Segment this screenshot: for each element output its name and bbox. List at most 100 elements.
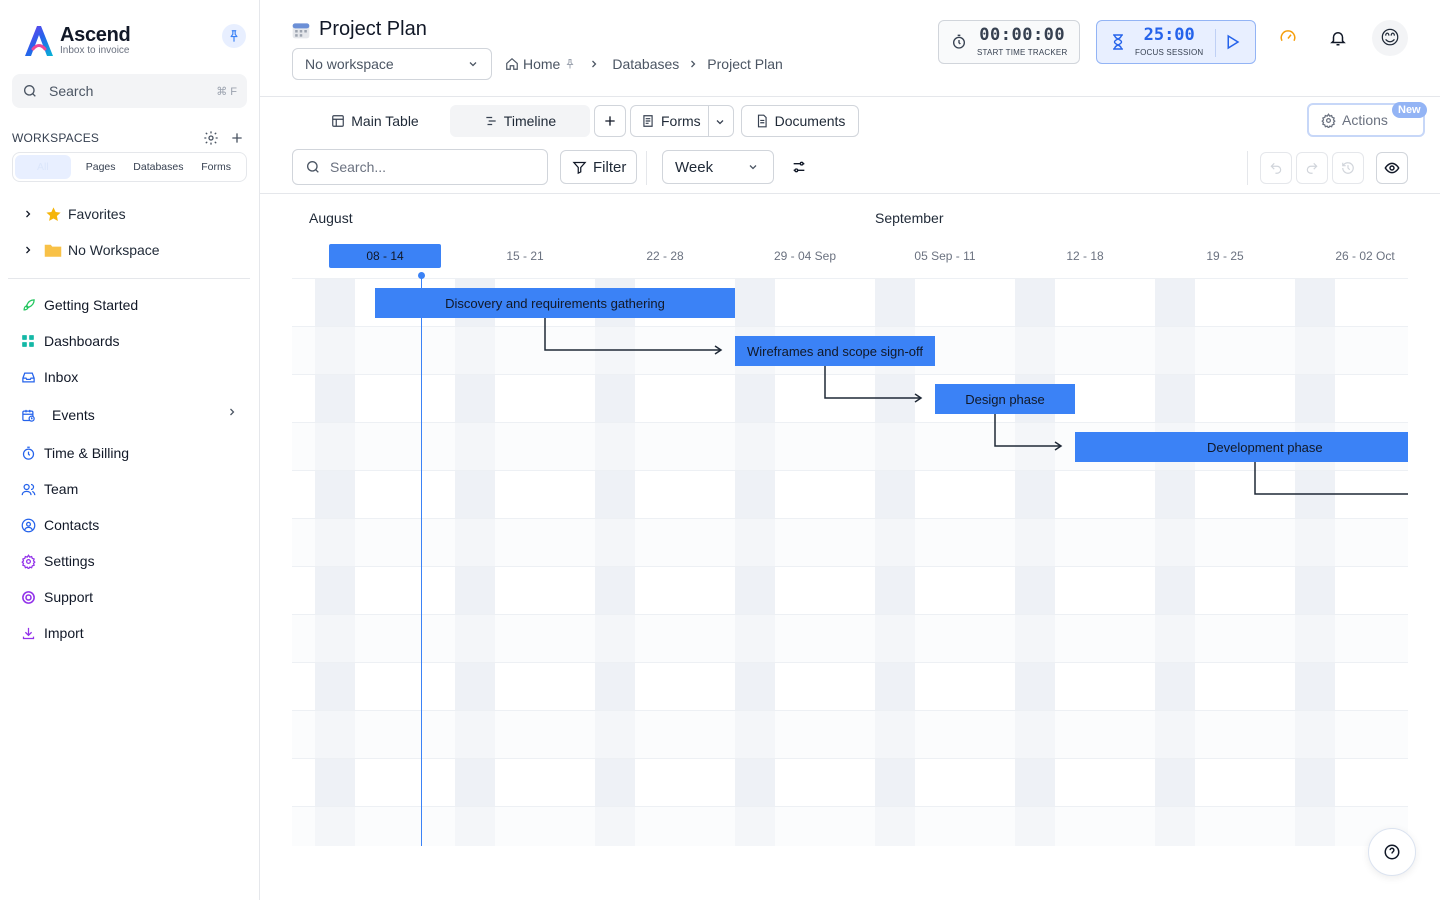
nav-contacts[interactable]: Contacts: [20, 507, 248, 543]
workspaces-title: WORKSPACES: [12, 131, 100, 145]
speedometer-icon[interactable]: [1278, 27, 1298, 47]
calendar-clock-icon: [20, 407, 36, 423]
play-button[interactable]: [1223, 33, 1241, 51]
task-bar[interactable]: Wireframes and scope sign-off: [735, 336, 935, 366]
bell-icon[interactable]: [1328, 28, 1348, 48]
task-bar[interactable]: Design phase: [935, 384, 1075, 414]
lifebuoy-icon: [20, 589, 36, 605]
chevron-down-icon: [749, 165, 757, 170]
nav-label: Support: [44, 589, 94, 605]
tab-timeline[interactable]: Timeline: [450, 105, 590, 137]
today-marker-line: [421, 274, 422, 846]
ws-filter-all[interactable]: All: [15, 155, 71, 179]
forms-label: Forms: [661, 113, 701, 129]
documents-label: Documents: [774, 113, 846, 129]
help-button[interactable]: [1368, 828, 1416, 876]
avatar[interactable]: 😊: [1372, 20, 1408, 56]
pin-sidebar-button[interactable]: [222, 24, 246, 48]
nav-import[interactable]: Import: [20, 615, 248, 651]
chevron-right-icon: [588, 58, 600, 70]
documents-button[interactable]: Documents: [741, 105, 859, 137]
nav-support[interactable]: Support: [20, 579, 248, 615]
week-label: 15 - 21: [506, 249, 544, 263]
filter-button[interactable]: Filter: [560, 150, 637, 184]
chevron-down-icon[interactable]: [714, 116, 726, 128]
undo-button[interactable]: [1260, 152, 1292, 184]
breadcrumb-databases[interactable]: Databases: [612, 56, 679, 72]
workspaces-header: WORKSPACES: [12, 128, 247, 148]
nav-label: Events: [52, 407, 95, 423]
workspace-settings-button[interactable]: [201, 128, 221, 148]
nav-events[interactable]: Events: [20, 395, 248, 435]
add-workspace-button[interactable]: [227, 128, 247, 148]
history-button[interactable]: [1332, 152, 1364, 184]
folder-icon: [44, 241, 62, 259]
time-tracker-value: 00:00:00: [979, 25, 1066, 45]
nav-team[interactable]: Team: [20, 471, 248, 507]
timeline-row: [292, 566, 1408, 614]
breadcrumb-label: Home: [523, 56, 561, 72]
focus-session-value: 25:00: [1143, 25, 1195, 45]
pin-icon: [230, 30, 238, 42]
chevron-right-icon[interactable]: [20, 244, 36, 256]
tree-item-no-workspace[interactable]: No Workspace: [20, 232, 250, 268]
help-icon: [1384, 844, 1400, 860]
breadcrumb-current: Project Plan: [707, 56, 783, 72]
period-select[interactable]: Week: [662, 150, 774, 184]
gear-icon: [1321, 112, 1336, 128]
sidebar-search[interactable]: Search ⌘ F: [12, 74, 247, 108]
nav-label: Getting Started: [44, 297, 139, 313]
ws-filter-pages[interactable]: Pages: [73, 155, 129, 179]
task-bar[interactable]: Discovery and requirements gathering: [375, 288, 735, 318]
sidebar-search-label: Search: [49, 83, 94, 99]
nav-label: Inbox: [44, 369, 79, 385]
filter-label: Filter: [593, 158, 627, 176]
visibility-button[interactable]: [1376, 152, 1408, 184]
workspace-filter-tabs: All Pages Databases Forms: [12, 152, 247, 182]
nav-dashboards[interactable]: Dashboards: [20, 323, 248, 359]
focus-session[interactable]: 25:00 FOCUS SESSION: [1096, 20, 1256, 64]
timeline-row: [292, 662, 1408, 710]
week-label-current[interactable]: 08 - 14: [329, 244, 441, 268]
history-icon: [1342, 162, 1354, 174]
logo-icon: [25, 26, 53, 56]
add-view-button[interactable]: [594, 105, 626, 137]
tree-item-favorites[interactable]: Favorites: [20, 196, 250, 232]
redo-button[interactable]: [1296, 152, 1328, 184]
gear-icon: [204, 131, 218, 145]
tab-main-table[interactable]: Main Table: [312, 105, 438, 137]
sliders-icon: [793, 161, 805, 173]
workspace-select[interactable]: No workspace: [292, 48, 492, 80]
search-input[interactable]: Search...: [292, 149, 548, 185]
nav-label: Dashboards: [44, 333, 120, 349]
ws-filter-forms[interactable]: Forms: [188, 155, 244, 179]
nav-settings[interactable]: Settings: [20, 543, 248, 579]
form-icon: [643, 115, 653, 127]
week-label: 05 Sep - 11: [914, 249, 976, 263]
timeline-row: [292, 470, 1408, 518]
filter-icon: [572, 161, 587, 174]
brand[interactable]: Ascend Inbox to invoice: [22, 22, 131, 58]
week-label: 29 - 04 Sep: [773, 249, 837, 263]
timeline-row: [292, 518, 1408, 566]
nav-inbox[interactable]: Inbox: [20, 359, 248, 395]
nav-getting-started[interactable]: Getting Started: [20, 287, 248, 323]
chevron-right-icon[interactable]: [226, 406, 238, 418]
timeline-row: [292, 758, 1408, 806]
task-bar[interactable]: Development phase: [1075, 432, 1408, 462]
chevron-right-icon[interactable]: [20, 208, 36, 220]
week-label: 22 - 28: [646, 249, 684, 263]
breadcrumb-home[interactable]: Home: [505, 56, 576, 72]
workspace-select-value: No workspace: [305, 56, 394, 72]
redo-icon: [1306, 162, 1318, 174]
nav-label: Contacts: [44, 517, 100, 533]
nav-time-billing[interactable]: Time & Billing: [20, 435, 248, 471]
time-tracker-button[interactable]: 00:00:00 START TIME TRACKER: [938, 20, 1080, 64]
forms-button[interactable]: Forms: [630, 105, 734, 137]
search-placeholder: Search...: [330, 159, 387, 175]
week-label: 19 - 25: [1206, 249, 1244, 263]
stopwatch-icon: [20, 445, 36, 461]
plus-icon: [605, 116, 615, 126]
view-options-button[interactable]: [791, 159, 807, 175]
ws-filter-databases[interactable]: Databases: [131, 155, 187, 179]
